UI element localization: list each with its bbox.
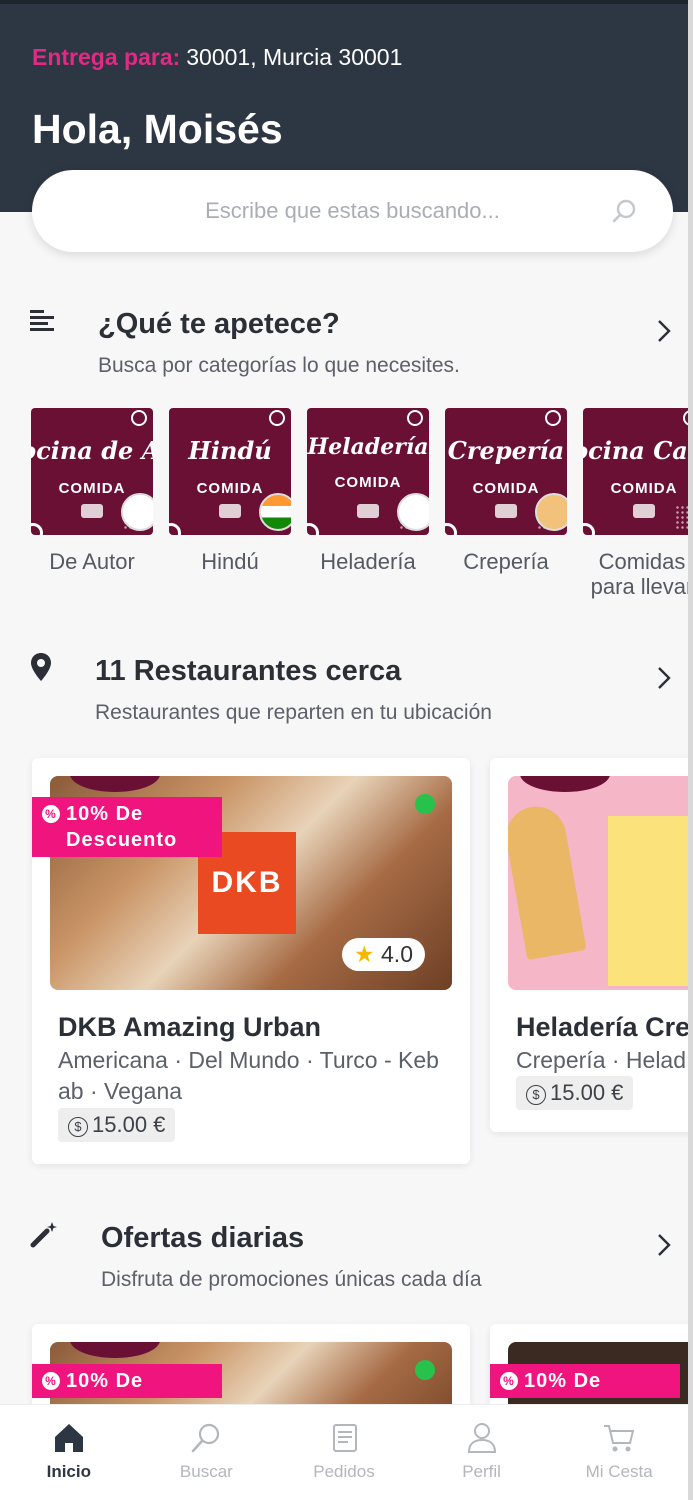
search-icon [192, 1423, 220, 1453]
tab-label: Pedidos [313, 1462, 375, 1481]
category-image: Heladería COMIDA [307, 408, 429, 535]
price-value: 15.00 € [550, 1080, 624, 1105]
category-item[interactable]: Cocina Casera COMIDA Comidas para llevar [583, 408, 693, 599]
category-image-title: Heladería [307, 434, 429, 460]
restaurant-categories: Americana · Del Mundo · Turco - Kebab · … [58, 1047, 439, 1104]
location-pin-icon [31, 653, 51, 681]
percent-icon: % [42, 805, 60, 823]
restaurant-logo-text: DKB [211, 866, 283, 899]
restaurants-subtitle: Restaurantes que reparten en tu ubicació… [95, 701, 492, 724]
categories-subtitle: Busca por categorías lo que necesites. [98, 354, 460, 377]
discount-badge: % 10% De Descuento [32, 797, 222, 857]
restaurant-photo [508, 776, 693, 990]
greeting: Hola, Moisés [32, 106, 283, 152]
price-tag: $15.00 € [516, 1076, 634, 1110]
delivery-address[interactable]: Entrega para: 30001, Murcia 30001 [32, 44, 402, 71]
discount-badge: % 10% De [490, 1364, 680, 1398]
ice-cream-icon [397, 493, 429, 531]
chevron-right-icon[interactable] [656, 1232, 672, 1258]
price-value: 15.00 € [92, 1112, 166, 1137]
scroll-edge [688, 0, 693, 1500]
restaurant-card[interactable]: Heladería Cre Crepería · Helad $15.00 € [490, 758, 693, 1132]
cart-icon [604, 1425, 635, 1452]
bottom-tab-bar: Inicio Buscar Pedidos Perfil Mi Cesta [0, 1404, 688, 1500]
price-tag: $15.00 € [58, 1108, 176, 1142]
category-image-tag: COMIDA [334, 474, 402, 491]
dollar-icon: $ [526, 1085, 546, 1105]
user-icon [467, 1423, 496, 1453]
tab-label: Buscar [179, 1462, 233, 1481]
discount-text: 10% De [66, 1370, 144, 1392]
dollar-icon: $ [68, 1117, 88, 1137]
chevron-right-icon[interactable] [656, 318, 672, 344]
crepe-icon [535, 493, 567, 531]
category-image-title: Cocina Casera [583, 436, 693, 465]
percent-icon: % [500, 1372, 518, 1390]
delivery-label: Entrega para: [32, 44, 181, 70]
discount-text: 10% De Descuento [66, 803, 178, 851]
category-image-title: Hindú [188, 436, 272, 465]
online-status-dot [415, 1360, 435, 1380]
tab-label: Mi Cesta [585, 1462, 653, 1481]
tab-label: Inicio [46, 1462, 91, 1481]
search-bar[interactable]: Escribe que estas buscando... [32, 170, 673, 252]
rating-value: 4.0 [381, 941, 413, 967]
receipt-icon [332, 1424, 357, 1452]
star-icon: ★ [354, 941, 375, 967]
online-status-dot [415, 794, 435, 814]
tab-perfil[interactable]: Perfil [413, 1405, 551, 1500]
restaurant-name: Heladería Cre [516, 1012, 691, 1042]
category-image: Hindú COMIDA [169, 408, 291, 535]
offers-subtitle: Disfruta de promociones únicas cada día [101, 1268, 482, 1291]
brand-logo [633, 504, 655, 518]
home-icon [54, 1424, 83, 1452]
categories-title: ¿Qué te apetece? [98, 308, 340, 340]
tab-label: Perfil [462, 1462, 501, 1481]
category-item[interactable]: Hindú COMIDA Hindú [169, 408, 291, 574]
search-input[interactable]: Escribe que estas buscando... [32, 198, 673, 224]
category-image: Cocina Casera COMIDA [583, 408, 693, 535]
category-item[interactable]: Heladería COMIDA Heladería [307, 408, 429, 574]
tab-pedidos[interactable]: Pedidos [275, 1405, 413, 1500]
category-image: Cocina de Autor COMIDA [31, 408, 153, 535]
search-icon[interactable] [611, 198, 637, 224]
category-label: Hindú [201, 549, 259, 574]
category-image-title: Crepería [447, 436, 565, 465]
category-label: Crepería [463, 549, 549, 574]
category-label: Heladería [320, 549, 416, 574]
dish-icon [121, 493, 153, 531]
delivery-address-value[interactable]: 30001, Murcia 30001 [186, 44, 402, 70]
restaurants-title: 11 Restaurantes cerca [95, 655, 402, 687]
brand-logo [357, 504, 379, 518]
discount-text: 10% De [524, 1370, 602, 1392]
tab-mi-cesta[interactable]: Mi Cesta [550, 1405, 688, 1500]
tab-inicio[interactable]: Inicio [0, 1405, 138, 1500]
restaurant-categories: Crepería · Helad [516, 1047, 687, 1073]
restaurant-name: DKB Amazing Urban [58, 1012, 322, 1042]
category-image: Crepería COMIDA [445, 408, 567, 535]
restaurant-card[interactable]: DKB % 10% De Descuento ★ 4.0 DKB Amazing… [32, 758, 470, 1164]
discount-badge: % 10% De [32, 1364, 222, 1398]
category-label: Comidas para llevar [590, 549, 693, 599]
india-flag-icon [259, 493, 291, 531]
category-item[interactable]: Crepería COMIDA Crepería [445, 408, 567, 574]
brand-logo [495, 504, 517, 518]
chevron-right-icon[interactable] [656, 665, 672, 691]
percent-icon: % [42, 1372, 60, 1390]
offers-title: Ofertas diarias [101, 1222, 305, 1254]
brand-logo [81, 504, 103, 518]
category-image-tag: COMIDA [610, 480, 678, 497]
magic-wand-icon [30, 1222, 57, 1248]
category-item[interactable]: Cocina de Autor COMIDA De Autor [31, 408, 153, 574]
tab-buscar[interactable]: Buscar [138, 1405, 276, 1500]
category-image-title: Cocina de Autor [31, 436, 153, 465]
brand-logo [219, 504, 241, 518]
menu-lines-icon [30, 310, 54, 331]
category-label: De Autor [49, 549, 135, 574]
rating-badge: ★ 4.0 [342, 938, 425, 971]
